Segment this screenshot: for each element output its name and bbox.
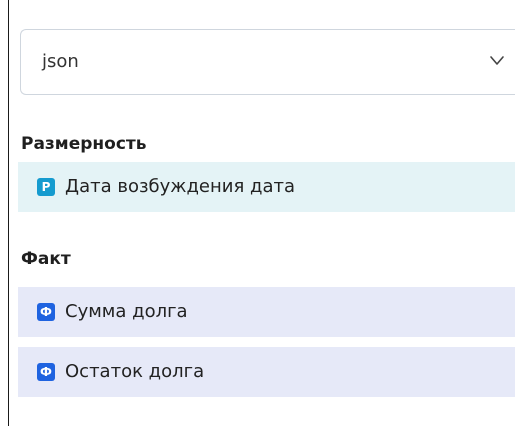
chevron-down-icon[interactable] bbox=[487, 50, 507, 70]
dimension-field-label: Дата возбуждения дата bbox=[65, 176, 296, 197]
fields-panel: json Размерность P Дата возбуждения дата… bbox=[8, 0, 515, 426]
fact-field-item[interactable]: Ф Сумма долга bbox=[18, 287, 515, 337]
dimension-field-item[interactable]: P Дата возбуждения дата bbox=[18, 162, 515, 212]
fact-badge-icon: Ф bbox=[37, 363, 55, 381]
fact-field-label: Остаток долга bbox=[65, 361, 205, 382]
dimensions-section-title: Размерность bbox=[21, 134, 147, 154]
dimension-badge-icon: P bbox=[37, 178, 55, 196]
facts-section-title: Факт bbox=[21, 249, 71, 269]
fact-badge-icon: Ф bbox=[37, 303, 55, 321]
format-select[interactable]: json bbox=[20, 29, 515, 95]
fact-field-item[interactable]: Ф Остаток долга bbox=[18, 347, 515, 397]
fact-field-label: Сумма долга bbox=[65, 301, 188, 322]
format-select-value: json bbox=[42, 51, 79, 72]
